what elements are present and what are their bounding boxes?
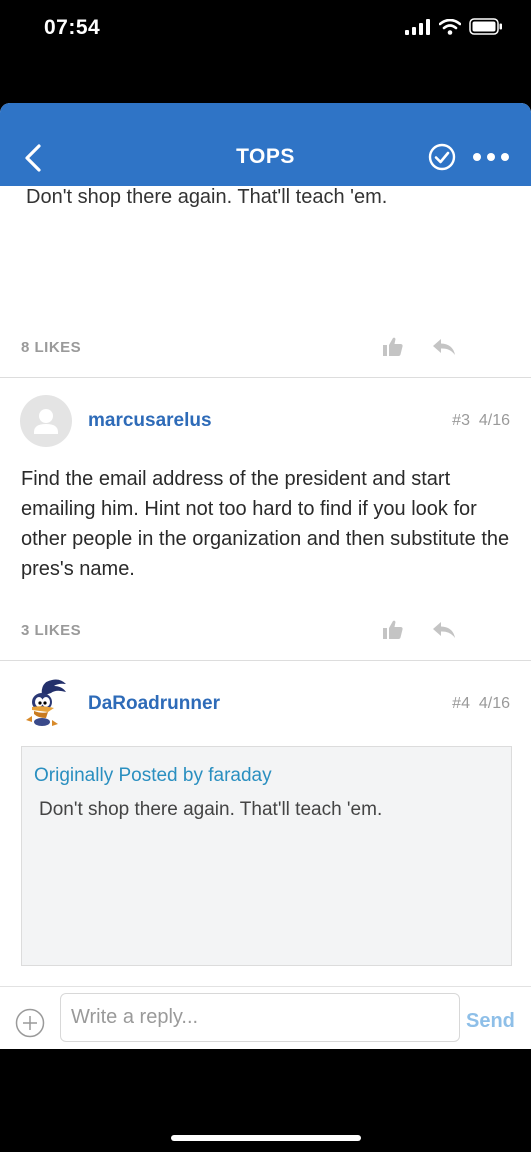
home-indicator[interactable] (171, 1135, 361, 1141)
thumbs-up-icon[interactable] (382, 336, 404, 358)
battery-icon (469, 18, 502, 35)
likes-count: 8 LIKES (21, 339, 82, 356)
likes-count: 3 LIKES (21, 622, 82, 639)
check-circle-icon[interactable] (428, 143, 456, 171)
post-meta: #3 4/16 (452, 412, 510, 430)
post-body: Find the email address of the president … (21, 468, 510, 580)
signal-icon (405, 18, 430, 35)
status-icons (405, 18, 503, 35)
post-date: 4/16 (478, 412, 510, 429)
divider (0, 377, 531, 378)
quote-block: Originally Posted by faraday Don't shop … (21, 746, 512, 966)
post-date: 4/16 (478, 695, 510, 712)
post-body-fragment: Don't shop there again. That'll teach 'e… (26, 186, 388, 208)
post-username[interactable]: DaRoadrunner (88, 693, 220, 715)
post-number: #4 (452, 695, 470, 712)
send-button[interactable]: Send (466, 1010, 515, 1033)
reply-arrow-icon[interactable] (431, 337, 457, 357)
avatar[interactable] (20, 395, 72, 447)
status-bar: 07:54 (0, 0, 531, 60)
reply-input[interactable] (60, 993, 460, 1042)
divider (0, 660, 531, 661)
plus-circle-icon[interactable] (15, 1008, 45, 1038)
user-placeholder-icon (34, 409, 58, 434)
post-number: #3 (452, 412, 470, 429)
reply-bar: Send (0, 986, 531, 1049)
post-username[interactable]: marcusarelus (88, 410, 212, 432)
reply-arrow-icon[interactable] (431, 620, 457, 640)
roadrunner-avatar[interactable] (18, 674, 74, 730)
quote-text: Don't shop there again. That'll teach 'e… (39, 799, 383, 820)
post-meta: #4 4/16 (452, 695, 510, 713)
thread-sheet: TOPS Don't shop there again. That'll tea… (0, 103, 531, 1049)
wifi-icon (439, 18, 461, 35)
status-time: 07:54 (44, 16, 101, 39)
thumbs-up-icon[interactable] (382, 619, 404, 641)
nav-bar: TOPS (0, 103, 531, 186)
quote-header: Originally Posted by faraday (34, 765, 272, 786)
more-dots-icon[interactable] (472, 147, 510, 167)
